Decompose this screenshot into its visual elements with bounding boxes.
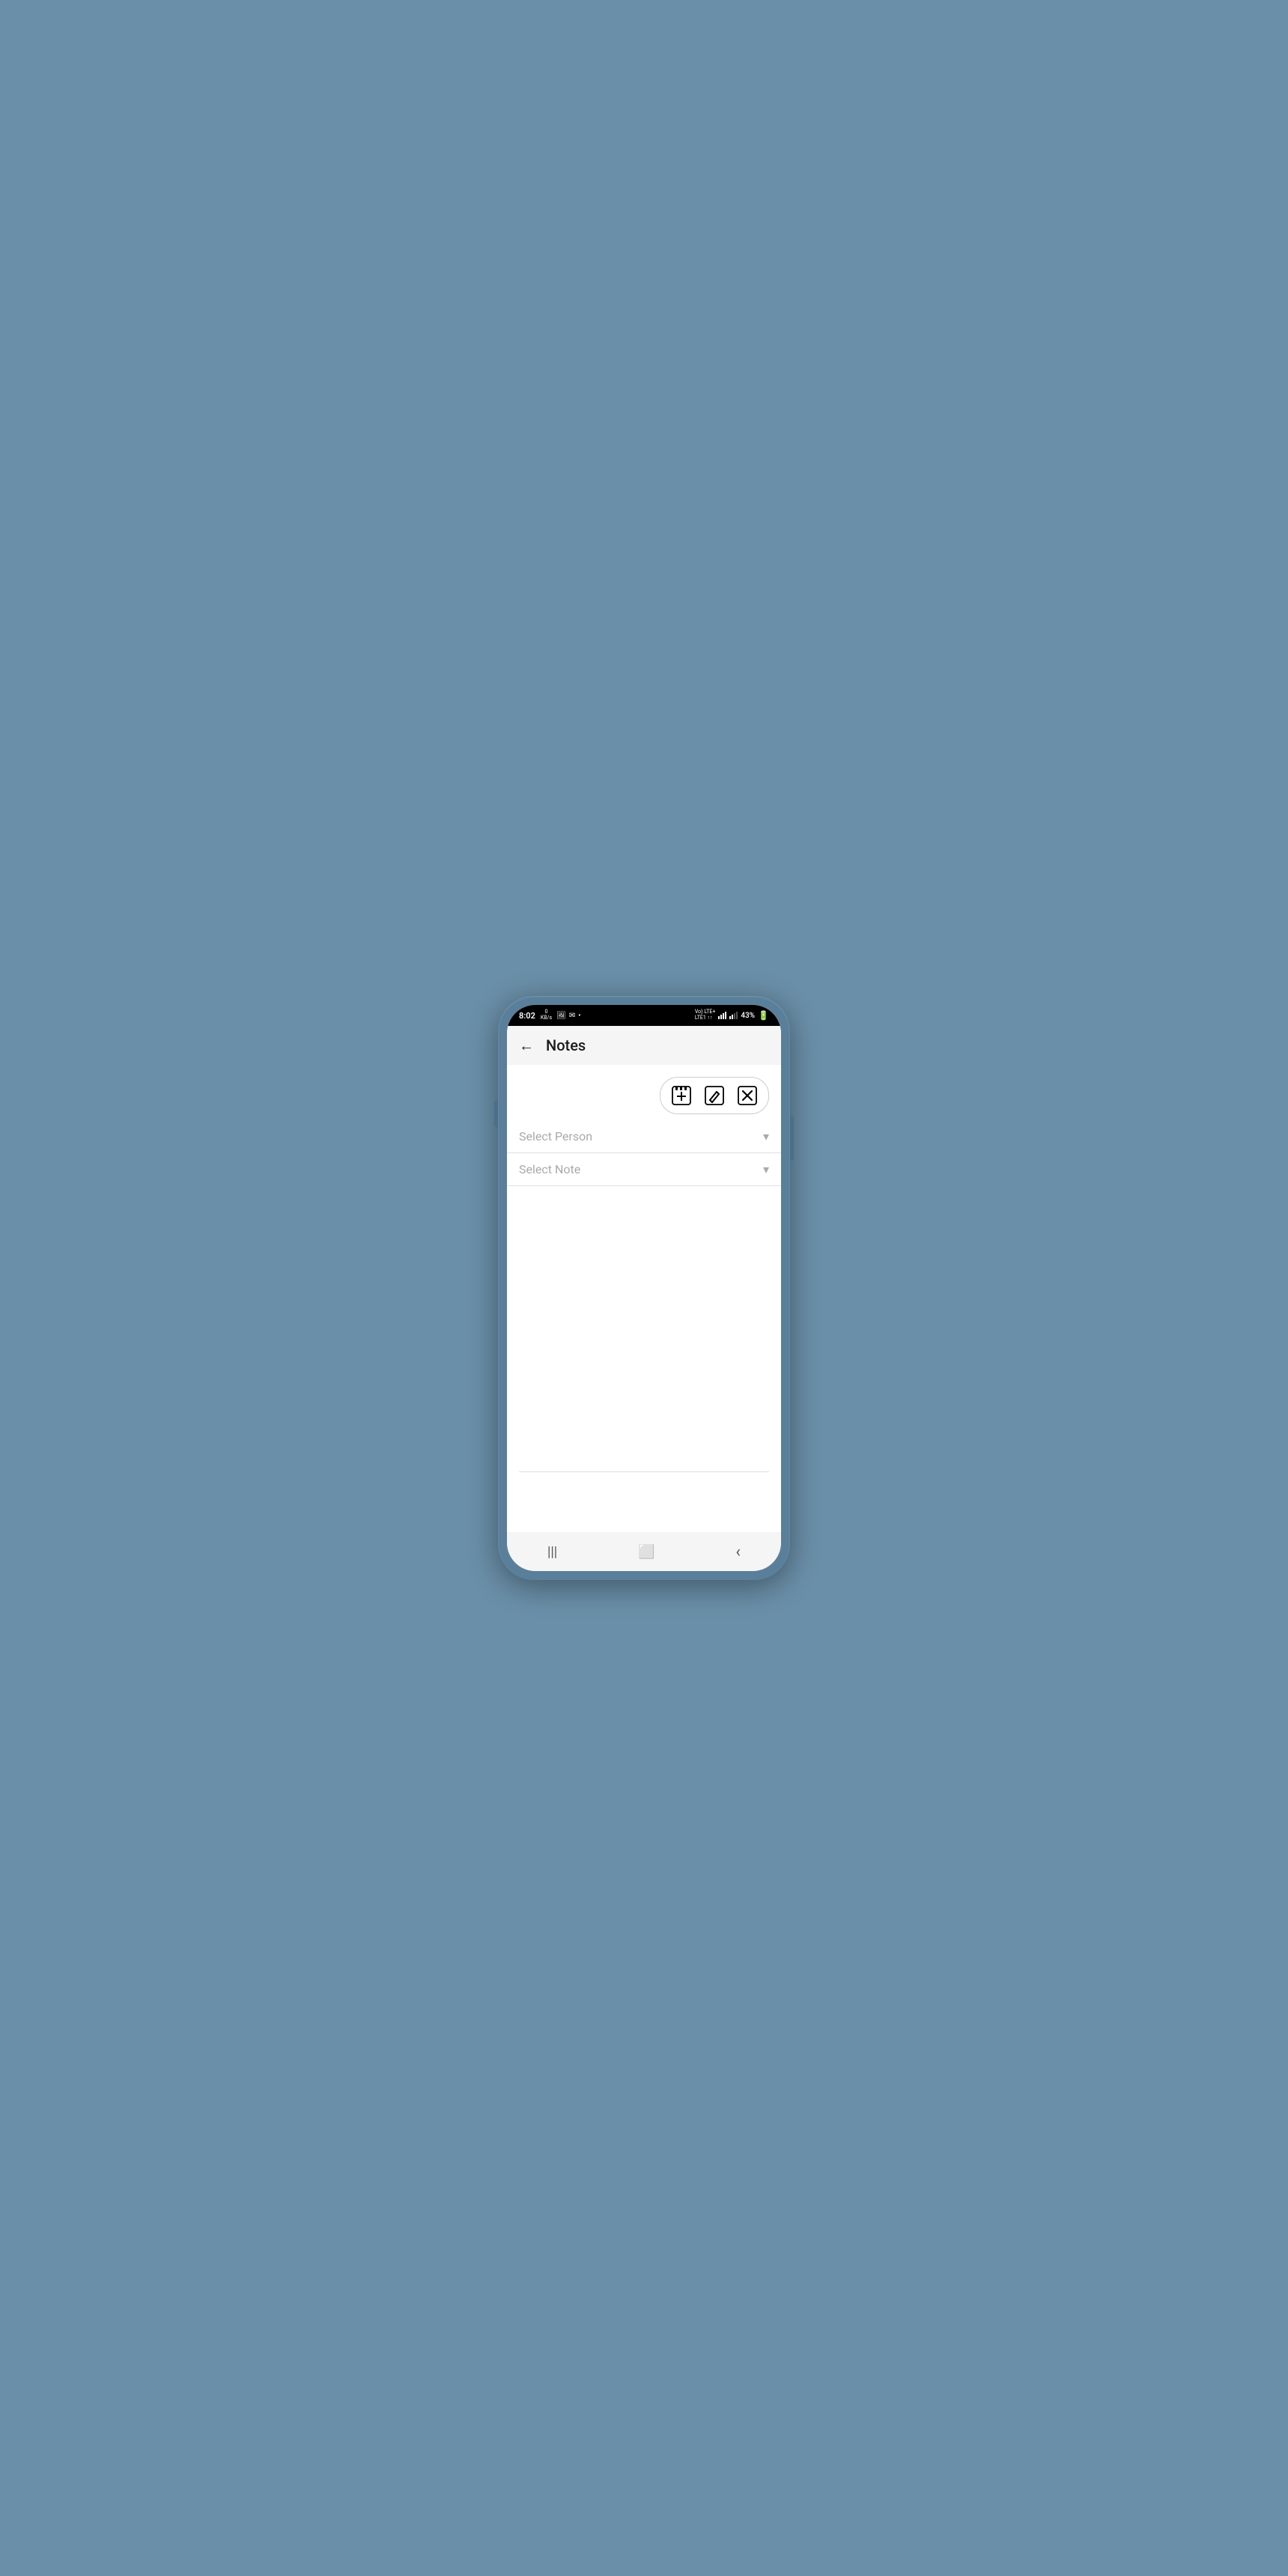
app-title: Notes [546,1036,586,1054]
signal-bars-1 [718,1012,726,1019]
email-icon: ✉ [569,1012,575,1020]
select-note-dropdown[interactable]: Select Note ▾ [507,1153,781,1186]
back-nav-button[interactable]: ‹ [720,1537,756,1567]
signal-bars-2 [729,1012,738,1019]
status-kb: 0 KB/s [541,1009,552,1021]
recent-apps-button[interactable]: ||| [532,1538,572,1566]
add-note-button[interactable] [666,1081,696,1111]
home-icon: ⬜ [638,1544,654,1560]
phone-inner: 8:02 0 KB/s 🖼 ✉ • Vo) LTE+ LTE1 ↑↑ [507,1005,781,1571]
battery-icon: 🔋 [758,1010,769,1021]
bottom-divider [519,1471,769,1472]
main-content: Select Person ▾ Select Note ▾ [507,1065,781,1532]
edit-note-button[interactable] [699,1081,729,1111]
status-right: Vo) LTE+ LTE1 ↑↑ 43% 🔋 [695,1009,769,1021]
select-person-chevron: ▾ [763,1129,769,1143]
nav-bar: ||| ⬜ ‹ [507,1532,781,1571]
select-person-dropdown[interactable]: Select Person ▾ [507,1120,781,1153]
toolbar-row [507,1065,781,1120]
bar5 [729,1016,731,1019]
volte-indicator: Vo) LTE+ LTE1 ↑↑ [695,1009,715,1021]
app-bar: ← Notes [507,1026,781,1065]
volte-text: Vo) LTE+ LTE1 ↑↑ [695,1009,715,1021]
select-note-label: Select Note [519,1162,580,1176]
bar4 [725,1012,726,1019]
select-note-chevron: ▾ [763,1162,769,1176]
toolbar-buttons [660,1077,769,1114]
bar8 [736,1012,738,1019]
image-icon: 🖼 [556,1012,566,1020]
home-button[interactable]: ⬜ [623,1538,669,1566]
bar6 [732,1015,733,1019]
select-person-label: Select Person [519,1129,592,1143]
delete-note-icon [738,1086,757,1105]
status-bar: 8:02 0 KB/s 🖼 ✉ • Vo) LTE+ LTE1 ↑↑ [507,1005,781,1026]
status-left: 8:02 0 KB/s 🖼 ✉ • [519,1009,581,1021]
edit-note-icon [705,1086,724,1105]
add-note-icon [672,1086,691,1105]
battery-text: 43% [741,1012,755,1020]
delete-note-button[interactable] [732,1081,762,1111]
recent-apps-icon: ||| [547,1544,557,1560]
bar2 [720,1015,722,1019]
back-button[interactable]: ← [519,1038,534,1053]
back-nav-icon: ‹ [735,1543,741,1561]
bar7 [734,1013,735,1019]
bar3 [723,1013,724,1019]
dot-indicator: • [578,1012,580,1020]
bar1 [718,1016,720,1019]
status-time: 8:02 [519,1011,535,1021]
empty-content-area [507,1186,781,1532]
phone-frame: 8:02 0 KB/s 🖼 ✉ • Vo) LTE+ LTE1 ↑↑ [498,996,790,1580]
